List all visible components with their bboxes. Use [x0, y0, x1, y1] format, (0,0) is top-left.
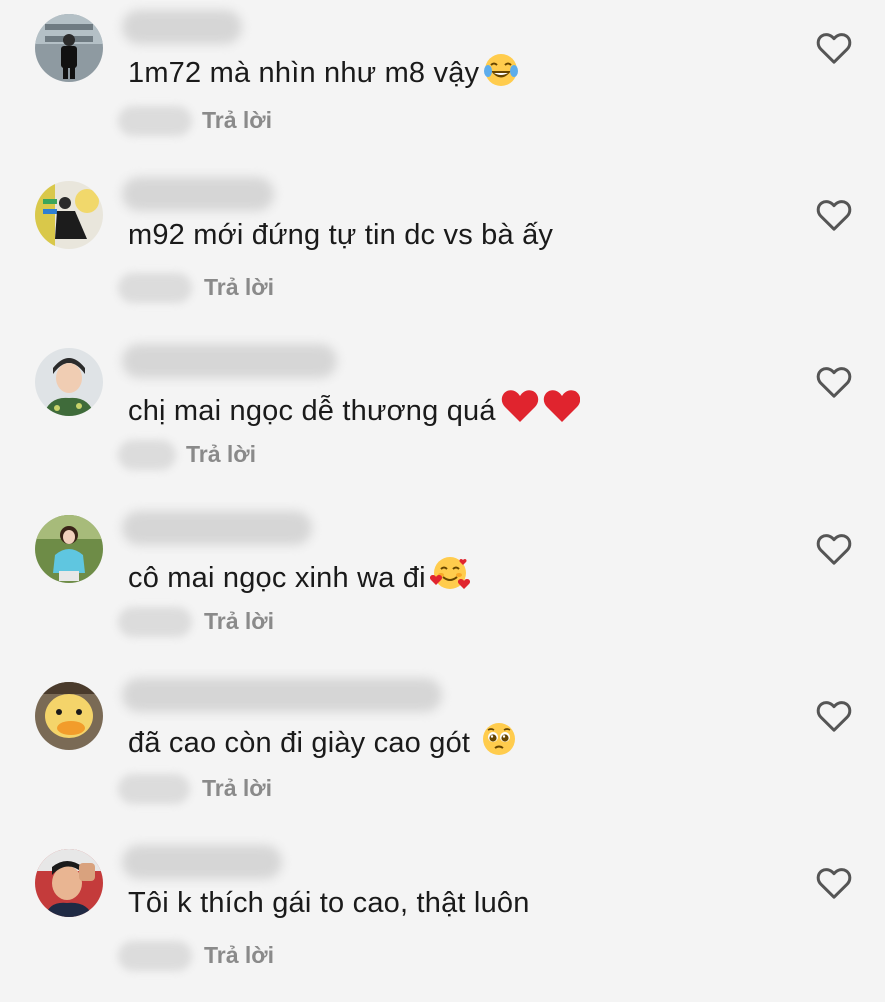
pleading-face-emoji	[480, 720, 518, 766]
comment-text: m92 mới đứng tự tin dc vs bà ấy	[128, 219, 554, 251]
comment-item: Tôi k thích gái to cao, thật luôn Trả lờ…	[0, 835, 885, 1002]
reply-button[interactable]: Trả lời	[204, 942, 274, 969]
avatar[interactable]	[35, 682, 103, 750]
avatar[interactable]	[35, 181, 103, 249]
comment-list: 1m72 mà nhìn như m8 vậy Trả lời m92 mới …	[0, 0, 885, 1000]
comment-meta: Trả lời	[118, 269, 418, 305]
heart-outline-icon[interactable]	[814, 195, 854, 235]
red-heart-emoji	[500, 386, 580, 434]
comment-meta: Trả lời	[118, 937, 418, 973]
comment-text: 1m72 mà nhìn như m8 vậy	[128, 52, 519, 96]
avatar[interactable]	[35, 515, 103, 583]
comment-text: cô mai ngọc xinh wa đi	[128, 553, 470, 601]
avatar[interactable]	[35, 849, 103, 917]
comment-item: đã cao còn đi giày cao gót Trả lời	[0, 668, 885, 835]
heart-outline-icon[interactable]	[814, 696, 854, 736]
comment-text: đã cao còn đi giày cao gót	[128, 720, 518, 766]
username-blurred[interactable]	[122, 10, 242, 44]
comment-meta: Trả lời	[118, 603, 418, 639]
heart-outline-icon[interactable]	[814, 362, 854, 402]
username-blurred[interactable]	[122, 344, 337, 378]
comment-text: chị mai ngọc dễ thương quá	[128, 386, 580, 434]
username-blurred[interactable]	[122, 177, 274, 211]
comment-text: Tôi k thích gái to cao, thật luôn	[128, 887, 530, 919]
username-blurred[interactable]	[122, 845, 282, 879]
heart-outline-icon[interactable]	[814, 863, 854, 903]
heart-outline-icon[interactable]	[814, 28, 854, 68]
timestamp-blurred	[118, 774, 190, 804]
reply-button[interactable]: Trả lời	[204, 608, 274, 635]
timestamp-blurred	[118, 106, 192, 136]
reply-button[interactable]: Trả lời	[202, 107, 272, 134]
comment-meta: Trả lời	[118, 436, 418, 472]
comment-item: cô mai ngọc xinh wa đi Trả lời	[0, 501, 885, 668]
comment-item: chị mai ngọc dễ thương quá Trả lời	[0, 334, 885, 501]
smiling-face-with-hearts-emoji	[429, 553, 470, 601]
avatar[interactable]	[35, 14, 103, 82]
avatar[interactable]	[35, 348, 103, 416]
comment-meta: Trả lời	[118, 770, 418, 806]
timestamp-blurred	[118, 941, 192, 971]
timestamp-blurred	[118, 440, 176, 470]
timestamp-blurred	[118, 607, 192, 637]
joy-emoji	[483, 52, 519, 96]
username-blurred[interactable]	[122, 678, 442, 712]
timestamp-blurred	[118, 273, 192, 303]
reply-button[interactable]: Trả lời	[186, 441, 256, 468]
reply-button[interactable]: Trả lời	[204, 274, 274, 301]
comment-item: 1m72 mà nhìn như m8 vậy Trả lời	[0, 0, 885, 167]
comment-item: m92 mới đứng tự tin dc vs bà ấy Trả lời	[0, 167, 885, 334]
comment-meta: Trả lời	[118, 102, 418, 138]
reply-button[interactable]: Trả lời	[202, 775, 272, 802]
username-blurred[interactable]	[122, 511, 312, 545]
heart-outline-icon[interactable]	[814, 529, 854, 569]
